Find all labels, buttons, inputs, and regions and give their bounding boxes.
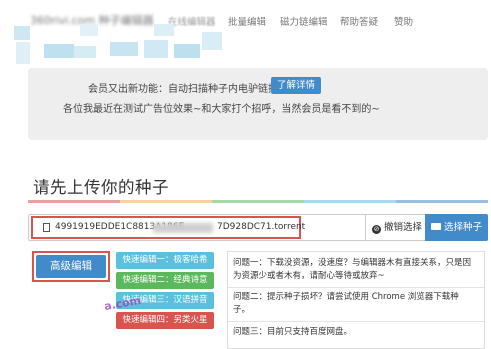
faq-2-line-1: 问题二：提示种子损坏？请尝试使用 Chrome 浏览器下载种 (233, 292, 459, 302)
advanced-edit-button[interactable]: 高级编辑 (36, 255, 106, 278)
announcement-line-2: 各位我最近在测试广告位效果~和大家打个招呼，当然会员是看不到的~ (63, 104, 380, 115)
faq-panel: 问题一：下载没资源，没速度？与编辑器木有直接关系，只是因 为资源少或者木有，请耐… (227, 251, 485, 349)
nav-magnet-edit[interactable]: 磁力链编辑 (280, 14, 328, 28)
advanced-edit-highlight: 高级编辑 (32, 251, 110, 282)
faq-1-line-1: 问题一：下载没资源，没速度？与编辑器木有直接关系，只是因 (233, 258, 472, 268)
watermark: a.com (103, 293, 143, 314)
file-name-suffix: 7D928DC71.torrent (217, 222, 306, 232)
select-torrent-label: 选择种子 (444, 222, 483, 233)
cancel-selection-button[interactable]: ⊘ 撤销选择 (365, 215, 423, 240)
file-icon (43, 223, 50, 232)
color-divider (28, 200, 488, 203)
announcement-line-1: 会员又出新功能：自动扫描种子内电驴链接 (88, 84, 278, 95)
cancel-icon: ⊘ (372, 225, 381, 234)
nav-sponsor[interactable]: 赞助 (394, 14, 413, 28)
faq-item-1: 问题一：下载没资源，没速度？与编辑器木有直接关系，只是因 为资源少或者木有，请耐… (233, 257, 481, 283)
faq-divider (228, 287, 484, 288)
quick-edit-1-button[interactable]: 快速编辑一：极客哈希 (116, 252, 214, 269)
faq-1-line-2: 为资源少或者木有，请耐心等待或放弃~ (233, 271, 385, 281)
page-title: 请先上传你的种子 (33, 178, 169, 197)
file-input-group: 4991919EDDE1C8813A186E 7D928DC71.torrent… (28, 214, 488, 241)
faq-item-3: 问题三：目前只支持百度网盘。 (233, 326, 481, 339)
cancel-selection-label: 撤销选择 (384, 222, 423, 233)
nav-help[interactable]: 帮助答疑 (340, 14, 378, 28)
faq-2-line-2: 子。 (233, 305, 251, 315)
folder-icon (431, 223, 441, 230)
quick-edit-2-button[interactable]: 快速编辑二：经典诗意 (116, 272, 214, 289)
file-name-field[interactable]: 4991919EDDE1C8813A186E 7D928DC71.torrent (31, 216, 305, 239)
learn-more-button[interactable]: 了解详情 (271, 77, 322, 94)
nav-batch-edit[interactable]: 批量编辑 (228, 14, 266, 28)
mosaic-overlay (14, 2, 224, 74)
quick-edit-4-button[interactable]: 快速编辑四：另类火星 (116, 312, 214, 329)
faq-3-line-1: 问题三：目前只支持百度网盘。 (233, 327, 353, 337)
redacted-text (153, 223, 213, 233)
faq-item-2: 问题二：提示种子损坏？请尝试使用 Chrome 浏览器下载种 子。 (233, 291, 481, 317)
faq-divider (228, 321, 484, 322)
select-torrent-button[interactable]: 选择种子 (425, 214, 488, 241)
